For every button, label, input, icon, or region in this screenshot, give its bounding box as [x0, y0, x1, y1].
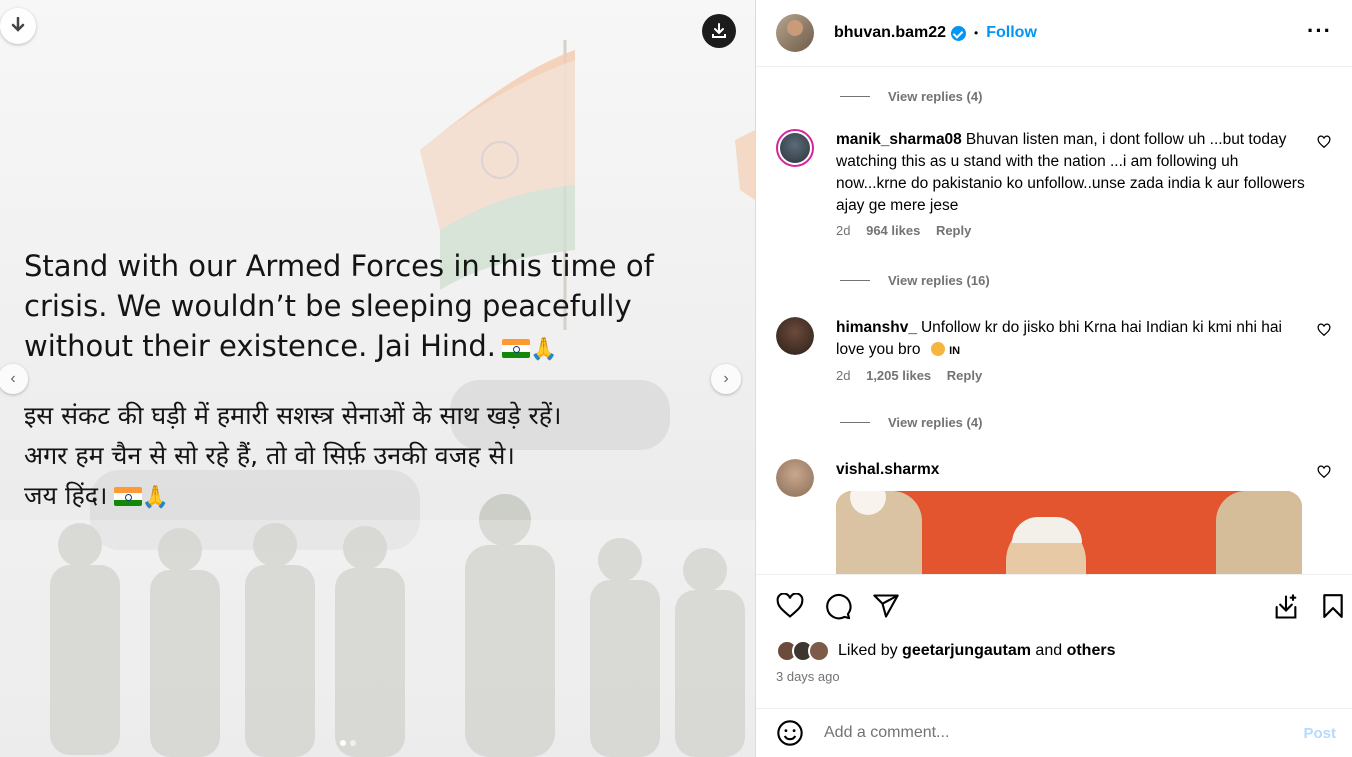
more-options-icon[interactable]: ···	[1307, 20, 1332, 42]
comment-text-block: himanshv_ Unfollow kr do jisko bhi Krna h…	[836, 317, 1306, 362]
liked-others[interactable]: others	[1067, 642, 1116, 660]
comment-username[interactable]: himanshv_	[836, 319, 917, 336]
post-header: bhuvan.bam22 • Follow ···	[756, 0, 1352, 67]
follow-button[interactable]: Follow	[986, 24, 1037, 42]
comment-likes[interactable]: 1,205 likes	[866, 368, 931, 383]
liked-by-row: Liked by geetarjungautam and others	[776, 640, 1115, 662]
india-flag-icon	[113, 487, 142, 506]
comment-item: vishal.sharmx	[776, 459, 1331, 497]
caption-hindi-line-3-text: जय हिंद।	[24, 481, 108, 510]
flag-text: IN	[949, 345, 961, 357]
comment-meta: 2d 964 likes Reply	[836, 223, 1331, 238]
folded-hands-icon: 🙏	[529, 337, 558, 362]
author-username[interactable]: bhuvan.bam22	[834, 24, 946, 42]
comments-list: View replies (4) manik_sharma08 Bhuvan li…	[756, 67, 1352, 574]
liked-by-prefix: Liked by	[838, 642, 898, 659]
comment-item: manik_sharma08 Bhuvan listen man, i dont …	[776, 129, 1331, 238]
liked-by-user[interactable]: geetarjungautam	[902, 642, 1031, 660]
post-comment-button[interactable]: Post	[1303, 725, 1336, 742]
download-button[interactable]	[702, 14, 736, 48]
like-comment-heart-icon[interactable]	[1317, 465, 1331, 479]
comment-text-block: manik_sharma08 Bhuvan listen man, i dont …	[836, 129, 1306, 217]
view-replies-button[interactable]: View replies (4)	[840, 89, 982, 104]
caption-hindi: इस संकट की घड़ी में हमारी सशस्त्र सेनाओं…	[24, 396, 744, 518]
liker-avatars	[776, 640, 830, 662]
caption-english-text: Stand with our Armed Forces in this time…	[24, 249, 654, 363]
comment-composer: Add a comment... Post	[756, 708, 1352, 757]
comment-age: 2d	[836, 368, 851, 383]
comment-item: himanshv_ Unfollow kr do jisko bhi Krna h…	[776, 317, 1331, 383]
avatar[interactable]	[776, 14, 814, 52]
next-slide-button[interactable]: ›	[711, 364, 741, 394]
separator-dot: •	[974, 26, 979, 40]
like-comment-heart-icon[interactable]	[1317, 135, 1331, 149]
chevron-left-icon: ‹	[10, 370, 16, 387]
reply-button[interactable]: Reply	[947, 368, 982, 383]
avatar[interactable]	[776, 317, 814, 355]
comment-input[interactable]: Add a comment...	[824, 724, 1303, 742]
avatar	[808, 640, 830, 662]
like-heart-icon[interactable]	[776, 593, 804, 619]
comment-likes[interactable]: 964 likes	[866, 223, 920, 238]
view-replies-button[interactable]: View replies (16)	[840, 273, 990, 288]
download-tray-icon	[712, 23, 726, 38]
smiling-face-icon	[930, 342, 945, 356]
comment-age: 2d	[836, 223, 851, 238]
post-side-panel: bhuvan.bam22 • Follow ··· View replies (…	[755, 0, 1352, 757]
caption-hindi-line-1: इस संकट की घड़ी में हमारी सशस्त्र सेनाओं…	[24, 401, 562, 430]
folded-hands-icon: 🙏	[141, 485, 169, 510]
comment-meta: 2d 1,205 likes Reply	[836, 368, 1331, 383]
comment-username[interactable]: vishal.sharmx	[836, 461, 939, 478]
bookmark-icon[interactable]	[1322, 593, 1344, 619]
liked-and: and	[1035, 642, 1063, 659]
comment-username[interactable]: manik_sharma08	[836, 131, 962, 148]
caption-english: Stand with our Armed Forces in this time…	[24, 246, 744, 370]
caption-hindi-line-2: अगर हम चैन से सो रहे हैं, तो वो सिर्फ़ उ…	[24, 441, 515, 470]
avatar[interactable]	[776, 459, 814, 497]
avatar[interactable]	[776, 129, 814, 167]
like-comment-heart-icon[interactable]	[1317, 323, 1331, 337]
caption-hindi-line-3: जय हिंद। 🙏	[24, 476, 744, 518]
carousel-dot	[350, 740, 356, 746]
emoji-icon[interactable]	[776, 719, 804, 747]
download-arrow-icon	[11, 17, 25, 32]
carousel-dot	[340, 740, 346, 746]
comment-text-block: vishal.sharmx	[836, 459, 1306, 481]
chevron-right-icon: ›	[723, 370, 729, 387]
reply-button[interactable]: Reply	[936, 223, 971, 238]
download-save-icon[interactable]	[1272, 593, 1300, 621]
view-replies-button[interactable]: View replies (4)	[840, 415, 982, 430]
post-date: 3 days ago	[776, 669, 840, 684]
post-background-image	[0, 0, 755, 757]
post-image: Stand with our Armed Forces in this time…	[0, 0, 755, 757]
carousel-dots	[340, 740, 356, 746]
share-send-icon[interactable]	[872, 593, 900, 619]
post-actions-bar	[756, 574, 1352, 638]
comment-gif[interactable]	[836, 491, 1302, 574]
download-extension-button[interactable]	[0, 8, 36, 44]
india-flag-icon	[501, 339, 530, 358]
verified-badge-icon	[951, 25, 967, 41]
comment-bubble-icon[interactable]	[824, 593, 852, 621]
